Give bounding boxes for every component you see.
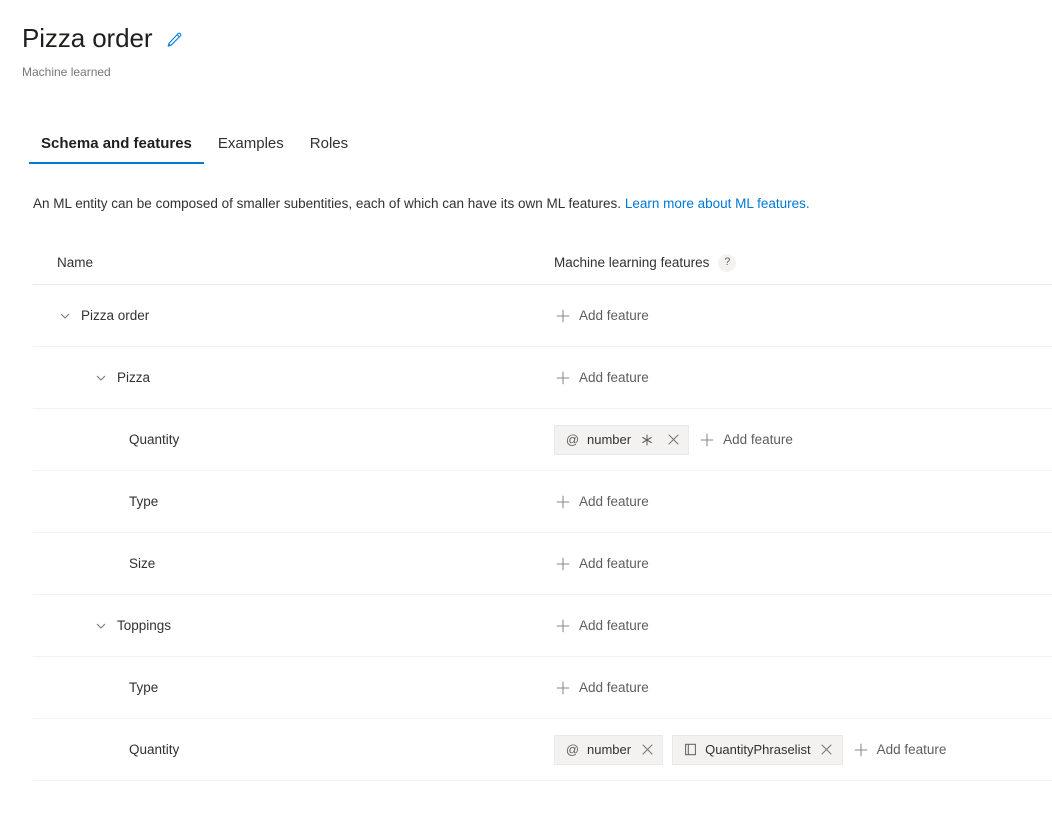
tab-roles[interactable]: Roles [297,134,361,164]
table-row: Quantity @ number QuantityPhraselist Add fea… [33,719,1052,781]
add-feature-label: Add feature [579,680,649,695]
feature-chip-label: number [587,432,632,447]
learn-more-link[interactable]: Learn more about ML features. [625,196,810,211]
plus-icon [556,557,570,571]
add-feature-button[interactable]: Add feature [554,552,651,575]
add-feature-button[interactable]: Add feature [554,676,651,699]
tab-schema-and-features[interactable]: Schema and features [28,134,205,164]
add-feature-button[interactable]: Add feature [554,614,651,637]
at-sign-icon: @ [565,742,580,757]
plus-icon [556,371,570,385]
row-features-cell: Add feature [554,552,1052,575]
table-header-row: Name Machine learning features ? [33,245,1052,285]
feature-chip-label: number [587,742,632,757]
schema-features-table: Name Machine learning features ? Pizza o… [33,245,1052,781]
column-header-name: Name [57,255,94,270]
row-name-label: Pizza [117,370,151,385]
table-row: Size Add feature [33,533,1052,595]
row-name-label: Size [129,556,156,571]
add-feature-label: Add feature [579,494,649,509]
row-features-cell: Add feature [554,366,1052,389]
required-asterisk-icon[interactable] [637,428,657,452]
remove-feature-close-icon[interactable] [637,738,657,762]
add-feature-label: Add feature [579,618,649,633]
add-feature-label: Add feature [876,742,947,757]
tab-examples[interactable]: Examples [205,134,297,164]
row-features-cell: Add feature [554,614,1052,637]
table-row: Type Add feature [33,471,1052,533]
tab-bar: Schema and features Examples Roles [28,126,1052,164]
table-row: Quantity @ number Add feature [33,409,1052,471]
description-sentence: An ML entity can be composed of smaller … [33,196,622,211]
row-name-label: Toppings [117,618,172,633]
plus-icon [700,433,714,447]
table-row: Pizza order Add feature [33,285,1052,347]
page-title: Pizza order [22,23,153,53]
remove-feature-close-icon[interactable] [663,428,683,452]
plus-icon [556,309,570,323]
table-row: Type Add feature [33,657,1052,719]
add-feature-button[interactable]: Add feature [554,490,651,513]
entity-type-subtitle: Machine learned [22,65,111,79]
plus-icon [556,681,570,695]
plus-icon [556,495,570,509]
chevron-down-icon[interactable] [57,308,73,324]
row-name-cell: Type [33,680,554,695]
row-features-cell: Add feature [554,304,1052,327]
table-body: Pizza order Add feature Pizza Add feature Qu… [33,285,1052,781]
row-name-label: Pizza order [81,308,150,323]
pencil-icon[interactable] [164,30,184,50]
page-header: Pizza order Machine learned [0,0,1052,80]
table-row: Pizza Add feature [33,347,1052,409]
add-feature-button[interactable]: Add feature [554,304,651,327]
at-sign-icon: @ [565,432,580,447]
feature-chip-label: QuantityPhraselist [705,742,811,757]
description-text: An ML entity can be composed of smaller … [33,194,1052,214]
row-features-cell: @ number Add feature [554,424,1052,455]
plus-icon [854,743,868,757]
row-name-cell: Type [33,494,554,509]
row-name-cell: Toppings [33,618,554,634]
row-name-cell: Pizza order [33,308,554,324]
row-name-label: Type [129,494,159,509]
column-header-features-label: Machine learning features [554,255,710,270]
row-name-cell: Pizza [33,370,554,386]
feature-chip[interactable]: @ number [554,424,690,455]
row-features-cell: Add feature [554,490,1052,513]
row-name-cell: Size [33,556,554,571]
plus-icon [556,619,570,633]
add-feature-button[interactable]: Add feature [852,738,949,761]
column-header-features: Machine learning features ? [554,253,737,272]
add-feature-button[interactable]: Add feature [698,428,795,451]
row-name-cell: Quantity [33,432,554,447]
row-features-cell: Add feature [554,676,1052,699]
row-name-label: Quantity [129,742,180,757]
add-feature-button[interactable]: Add feature [554,366,651,389]
add-feature-label: Add feature [723,432,793,447]
remove-feature-close-icon[interactable] [817,738,837,762]
feature-chip[interactable]: QuantityPhraselist [672,734,843,765]
row-features-cell: @ number QuantityPhraselist Add feature [554,734,1052,765]
table-row: Toppings Add feature [33,595,1052,657]
add-feature-label: Add feature [579,556,649,571]
add-feature-label: Add feature [579,308,649,323]
row-name-cell: Quantity [33,742,554,757]
add-feature-label: Add feature [579,370,649,385]
chevron-down-icon[interactable] [93,370,109,386]
title-row: Pizza order [22,22,1052,54]
row-name-label: Type [129,680,159,695]
question-mark-icon[interactable]: ? [718,253,737,272]
chevron-down-icon[interactable] [93,618,109,634]
feature-chip[interactable]: @ number [554,734,664,765]
row-name-label: Quantity [129,432,180,447]
phraselist-book-icon [683,742,698,757]
